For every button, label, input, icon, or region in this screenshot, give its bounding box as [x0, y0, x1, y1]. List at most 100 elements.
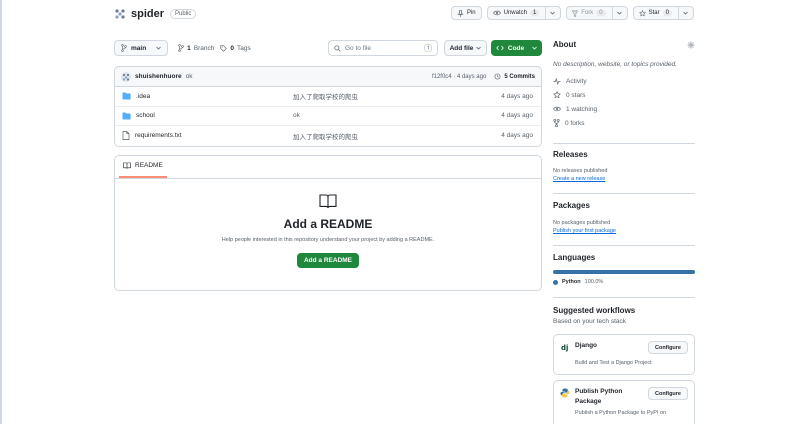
configure-button[interactable]: Configure — [648, 341, 688, 354]
pin-label: Pin — [466, 10, 476, 16]
file-row[interactable]: .idea 加入了爬取学校的爬虫 4 days ago — [115, 87, 541, 107]
activity-link[interactable]: Activity — [553, 74, 695, 88]
pulse-icon — [553, 77, 561, 85]
window-frame-edge — [0, 0, 2, 424]
about-heading: About — [553, 40, 577, 49]
chevron-down-icon — [616, 11, 622, 15]
go-to-file-placeholder: Go to file — [345, 44, 372, 52]
unwatch-button[interactable]: Unwatch 1 — [486, 6, 562, 20]
fork-icon — [572, 9, 578, 17]
about-section: About No description, website, or topics… — [553, 40, 695, 130]
workflows-heading: Suggested workflows — [553, 306, 636, 315]
file-icon — [122, 131, 130, 141]
file-commit-message[interactable]: ok — [293, 112, 300, 119]
code-icon — [496, 45, 504, 51]
file-name-link[interactable]: school — [136, 112, 155, 119]
file-row[interactable]: school ok 4 days ago — [115, 107, 541, 126]
file-commit-message[interactable]: 加入了爬取学校的爬虫 — [293, 131, 358, 141]
tags-label: Tags — [237, 44, 251, 52]
book-icon — [319, 193, 337, 209]
unwatch-label: Unwatch — [503, 10, 527, 16]
readme-tab-label: README — [135, 162, 163, 169]
visibility-badge: Public — [170, 9, 197, 19]
divider — [553, 245, 695, 246]
file-row[interactable]: requirements.txt 加入了爬取学校的爬虫 4 days ago — [115, 126, 541, 146]
code-button[interactable]: Code — [491, 40, 542, 56]
branches-count: 1 — [187, 44, 191, 52]
tags-count: 0 — [230, 44, 235, 52]
shortcut-key: t — [424, 44, 432, 52]
file-name-link[interactable]: .idea — [136, 93, 150, 100]
about-header: About — [553, 40, 695, 49]
file-date: 4 days ago — [501, 112, 533, 120]
search-icon — [334, 44, 341, 52]
file-commit-message[interactable]: 加入了爬取学校的爬虫 — [293, 91, 358, 101]
commit-meta: f12f0c4 · 4 days ago 5 Commits — [432, 73, 535, 80]
readme-heading: Add a README — [283, 217, 373, 231]
star-button[interactable]: Star 0 — [632, 6, 694, 20]
divider — [553, 297, 695, 298]
workflow-card-header: dj Django Configure — [560, 341, 688, 354]
stars-link[interactable]: 0 stars — [553, 88, 695, 102]
forks-link[interactable]: 0 forks — [553, 116, 695, 130]
repo-actions: Pin Unwatch 1 Fork 0 Star 0 — [450, 6, 694, 20]
fork-count: 0 — [596, 10, 606, 16]
watch-dropdown[interactable] — [545, 6, 556, 20]
gear-icon[interactable] — [687, 41, 695, 49]
python-icon — [560, 388, 570, 398]
commits-link[interactable]: 5 Commits — [494, 73, 535, 80]
commit-sha-time[interactable]: f12f0c4 · 4 days ago — [432, 74, 486, 80]
history-icon — [494, 73, 501, 80]
workflow-card: Publish Python Package Configure Publish … — [553, 380, 695, 424]
fork-button[interactable]: Fork 0 — [566, 6, 628, 20]
branch-name: main — [131, 44, 147, 52]
folder-icon — [122, 112, 131, 120]
tags-link[interactable]: 0 Tags — [220, 44, 251, 52]
create-release-link[interactable]: Create a new release — [553, 176, 695, 182]
commit-message-link[interactable]: ok — [186, 73, 193, 80]
add-file-label: Add file — [449, 44, 474, 52]
add-file-button[interactable]: Add file — [444, 40, 487, 56]
file-date: 4 days ago — [501, 132, 533, 140]
branches-link[interactable]: 1 Branch — [178, 44, 214, 52]
releases-section: Releases No releases published Create a … — [553, 150, 695, 182]
repo-header: spider Public Pin Unwatch 1 Fork 0 Star … — [114, 6, 694, 22]
workflows-subheading: Based on your tech stack — [553, 318, 626, 325]
watchers-link[interactable]: 1 watching — [553, 102, 695, 116]
repo-name-link[interactable]: spider — [131, 8, 164, 20]
branch-icon — [178, 44, 184, 52]
latest-commit-row: shuishenhuore ok f12f0c4 · 4 days ago 5 … — [115, 67, 541, 87]
languages-section: Languages Python 100.0% — [553, 253, 695, 285]
watch-count: 1 — [529, 10, 540, 16]
packages-heading[interactable]: Packages — [553, 201, 695, 210]
file-date: 4 days ago — [501, 92, 533, 100]
branches-label: Branch — [193, 44, 215, 52]
configure-button[interactable]: Configure — [648, 387, 688, 400]
fork-dropdown[interactable] — [611, 6, 622, 20]
language-item[interactable]: Python 100.0% — [553, 279, 695, 285]
workflow-card: dj Django Configure Build and Test a Dja… — [553, 334, 695, 375]
branch-select-button[interactable]: main — [114, 40, 169, 56]
tab-readme[interactable]: README — [119, 156, 167, 178]
releases-heading[interactable]: Releases — [553, 150, 695, 159]
avatar[interactable] — [121, 71, 131, 82]
about-description: No description, website, or topics provi… — [553, 61, 677, 68]
language-percent: 100.0% — [584, 279, 604, 285]
readme-tabbar: README — [115, 156, 541, 179]
commits-count: 5 Commits — [504, 73, 535, 80]
star-count: 0 — [662, 10, 672, 16]
repo-toolbar: main 1 Branch 0 Tags Go to file t Add fi… — [114, 40, 542, 56]
star-icon — [638, 9, 646, 17]
commit-author-link[interactable]: shuishenhuore — [135, 73, 182, 80]
star-dropdown[interactable] — [678, 6, 688, 20]
divider — [553, 143, 695, 144]
workflow-name-line2: Package — [575, 398, 602, 405]
publish-package-link[interactable]: Publish your first package — [553, 228, 695, 234]
go-to-file-input[interactable]: Go to file t — [328, 40, 438, 56]
add-readme-button[interactable]: Add a README — [296, 253, 360, 268]
about-item-label: Activity — [566, 77, 587, 85]
chevron-down-icon — [156, 46, 161, 50]
about-item-label: 0 stars — [566, 91, 586, 99]
pin-button[interactable]: Pin — [450, 6, 482, 20]
file-name-link[interactable]: requirements.txt — [135, 132, 182, 139]
